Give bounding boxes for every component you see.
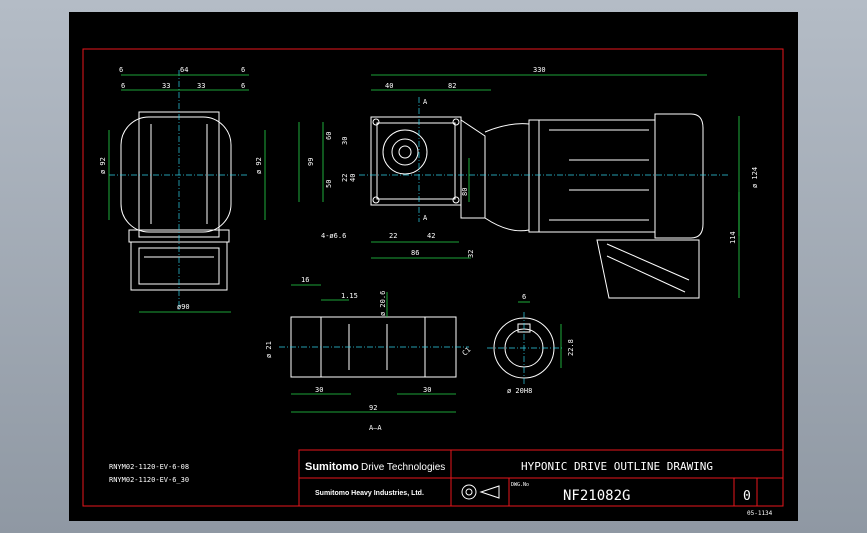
dim-left-50: 50 — [325, 180, 333, 188]
company-sub: Drive Technologies — [361, 462, 445, 473]
dim-bottom-22: 22 — [389, 232, 397, 240]
revision: 0 — [743, 489, 751, 504]
front-view — [298, 74, 740, 299]
dim-left-40: 40 — [349, 174, 357, 182]
dim-side-2-a: 6 — [121, 82, 125, 90]
dim-height-114: 114 — [729, 231, 737, 244]
dim-shaft-chamfer: C1 — [461, 346, 473, 358]
dim-bottom-32: 32 — [467, 250, 475, 258]
section-marker-bottom: A — [423, 214, 428, 222]
dim-key-228: 22.8 — [567, 339, 575, 356]
dim-left-22: 22 — [341, 174, 349, 182]
section-label: A–A — [369, 424, 382, 432]
model-code-1: RNYM02-1120-EV-6-08 — [109, 463, 189, 471]
dim-side-bottom: ø90 — [177, 303, 190, 311]
dim-key-6: 6 — [522, 293, 526, 301]
cad-drawing-canvas[interactable]: 6 64 6 6 33 33 6 ø 92 ø 92 ø90 330 40 82… — [69, 12, 798, 521]
title-block — [298, 449, 784, 507]
dim-side-top-left: 6 — [119, 66, 123, 74]
dim-side-2-d: 6 — [241, 82, 245, 90]
dim-front-82: 82 — [448, 82, 456, 90]
dim-shaft-30b: 30 — [423, 386, 431, 394]
dim-side-top-mid: 64 — [180, 66, 188, 74]
dim-right-80: 80 — [461, 188, 469, 196]
dim-front-40: 40 — [385, 82, 393, 90]
keyway-view — [487, 301, 563, 384]
dim-shaft-dia20: ø 20.6 — [379, 291, 387, 316]
drawing-number: NF21082G — [563, 488, 630, 504]
dim-side-2-c: 33 — [197, 82, 205, 90]
company-parent: Sumitomo Heavy Industries, Ltd. — [315, 490, 424, 497]
dim-left-99: 99 — [307, 158, 315, 166]
dim-overall-330: 330 — [533, 66, 546, 74]
dim-shaft-115: 1.15 — [341, 292, 358, 300]
dim-side-left-dia: ø 92 — [99, 157, 107, 174]
drawing-title: HYPONIC DRIVE OUTLINE DRAWING — [521, 460, 713, 473]
dim-motor-dia: ø 124 — [751, 167, 759, 188]
dim-bottom-86: 86 — [411, 249, 419, 257]
section-marker-top: A — [423, 98, 428, 106]
dim-key-bore: ø 20H8 — [507, 387, 532, 395]
sheet-code: 05-1134 — [747, 510, 773, 517]
dim-bottom-42: 42 — [427, 232, 435, 240]
dim-side-right-dia: ø 92 — [255, 157, 263, 174]
dim-shaft-16: 16 — [301, 276, 309, 284]
dim-side-top-right: 6 — [241, 66, 245, 74]
dim-side-2-b: 33 — [162, 82, 170, 90]
side-view — [108, 70, 266, 313]
dim-shaft-dia21: ø 21 — [265, 341, 273, 358]
model-code-2: RNYM02-1120-EV-6_30 — [109, 476, 189, 484]
shaft-section — [279, 284, 469, 413]
dim-holes: 4-ø6.6 — [321, 232, 346, 240]
drawing-border — [82, 48, 784, 507]
dwg-no-label: DWG.No — [511, 482, 529, 488]
dim-left-60: 60 — [325, 132, 333, 140]
company-brand: Sumitomo — [305, 461, 359, 473]
dim-shaft-30a: 30 — [315, 386, 323, 394]
dim-left-30: 30 — [341, 137, 349, 145]
dim-shaft-92: 92 — [369, 404, 377, 412]
